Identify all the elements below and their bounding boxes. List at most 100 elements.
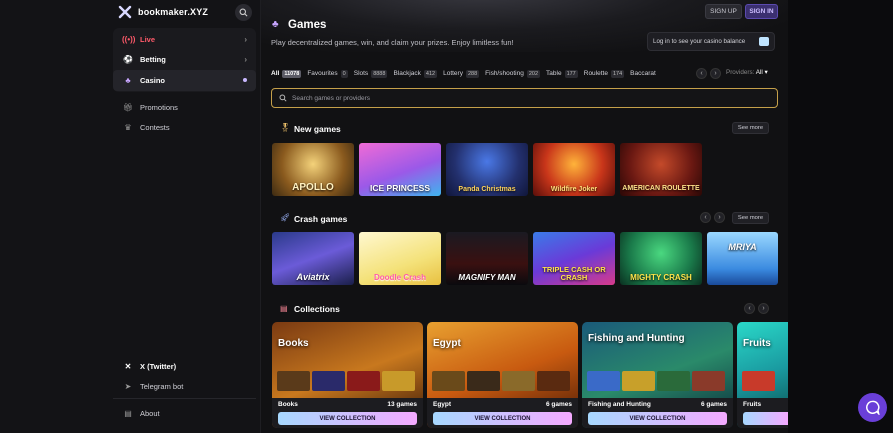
thumbnail <box>277 371 310 391</box>
game-card-mighty-crash[interactable]: MIGHTY CRASH <box>620 232 702 285</box>
thumbnail <box>432 371 465 391</box>
search-input[interactable] <box>292 94 742 102</box>
tab-label: Favourites <box>307 70 338 77</box>
thumbnail <box>502 371 535 391</box>
sidebar-item-twitter[interactable]: ✕ X (Twitter) <box>113 357 256 375</box>
collection-card-fishing-and-hunting[interactable]: Fishing and Hunting Fishing and Hunting … <box>582 322 733 428</box>
game-card-wildfire-joker[interactable]: Wildfire Joker <box>533 143 615 196</box>
brand[interactable]: bookmaker.XYZ <box>118 5 208 19</box>
sign-in-button[interactable]: SIGN IN <box>745 4 778 19</box>
tab-label: Blackjack <box>393 70 421 77</box>
game-card-mriya[interactable]: MRIYA <box>707 232 778 285</box>
collection-count: 6 games <box>545 401 572 408</box>
tab-lottery[interactable]: Lottery 288 <box>443 69 480 78</box>
tab-slots[interactable]: Slots 8888 <box>353 69 388 78</box>
tabs-prev-button[interactable]: ‹ <box>696 68 707 79</box>
tab-fish-shooting[interactable]: Fish/shooting 202 <box>485 69 541 78</box>
sidebar-item-promotions[interactable]: 🎁︎ Promotions <box>113 98 256 116</box>
nav-item-casino[interactable]: ♣ Casino <box>113 70 256 91</box>
collection-thumbnails <box>432 371 570 391</box>
main-content: ♣ Games Play decentralized games, win, a… <box>261 0 788 433</box>
page-title: Games <box>288 19 327 31</box>
chevron-left-icon: ‹ <box>700 70 703 77</box>
game-card-apollo[interactable]: APOLLO <box>272 143 354 196</box>
game-card-doodle-crash[interactable]: Doodle Crash <box>359 232 441 285</box>
tab-blackjack[interactable]: Blackjack 412 <box>393 69 438 78</box>
see-more-crash-games-button[interactable]: See more <box>732 212 769 224</box>
collection-title: Fruits <box>743 338 771 349</box>
game-title: MIGHTY CRASH <box>630 273 692 282</box>
section-title-collections: Collections <box>294 304 340 314</box>
gift-icon: 🎁︎ <box>122 102 134 112</box>
nav-item-betting[interactable]: ⚽ Betting › <box>113 50 256 71</box>
soccer-ball-icon: ⚽ <box>123 55 133 65</box>
collection-footer: Fruits <box>737 398 788 428</box>
collection-card-egypt[interactable]: Egypt Egypt 6 games VIEW COLLECTION <box>427 322 578 428</box>
info-icon: ▤ <box>124 408 132 418</box>
view-collection-button[interactable]: VIEW COLLECTION <box>588 412 727 425</box>
crash-prev-button[interactable]: ‹ <box>700 212 711 223</box>
tab-count: 174 <box>610 69 625 78</box>
game-card-american-roulette[interactable]: AMERICAN ROULETTE <box>620 143 702 196</box>
game-title: APOLLO <box>292 182 334 193</box>
tab-all[interactable]: All 11078 <box>271 69 302 78</box>
chevron-right-icon: › <box>244 34 247 44</box>
sidebar-item-label: Promotions <box>140 102 178 112</box>
search-icon[interactable] <box>235 4 252 21</box>
sign-up-button[interactable]: SIGN UP <box>705 4 742 19</box>
game-title: MAGNIFY MAN <box>458 273 516 282</box>
collection-count: 13 games <box>387 401 417 408</box>
tab-roulette[interactable]: Roulette 174 <box>584 69 625 78</box>
sidebar-item-about[interactable]: ▤ About <box>113 404 256 422</box>
thumbnail <box>347 371 380 391</box>
game-card-ice-princess[interactable]: ICE PRINCESS <box>359 143 441 196</box>
chevron-right-icon: › <box>718 214 721 221</box>
game-card-magnify-man[interactable]: MAGNIFY MAN <box>446 232 528 285</box>
chevron-right-icon: › <box>762 305 765 312</box>
crash-next-button[interactable]: › <box>714 212 725 223</box>
collection-card-books[interactable]: Books Books 13 games VIEW COLLECTION <box>272 322 423 428</box>
game-title: Doodle Crash <box>373 273 426 282</box>
tab-label: Baccarat <box>630 70 656 77</box>
page-subtitle: Play decentralized games, win, and claim… <box>271 38 514 47</box>
search-icon <box>279 94 287 102</box>
view-collection-button[interactable] <box>743 412 788 425</box>
view-collection-button[interactable]: VIEW COLLECTION <box>433 412 572 425</box>
game-card-panda-christmas[interactable]: Panda Christmas <box>446 143 528 196</box>
sidebar-item-label: Contests <box>140 122 170 132</box>
telegram-icon: ➤ <box>124 381 132 391</box>
chat-support-button[interactable] <box>858 393 887 422</box>
view-collection-button[interactable]: VIEW COLLECTION <box>278 412 417 425</box>
collections-prev-button[interactable]: ‹ <box>744 303 755 314</box>
tab-table[interactable]: Table 177 <box>546 69 578 78</box>
game-card-triple-cash-or-crash[interactable]: TRIPLE CASH OR CRASH <box>533 232 615 285</box>
live-icon: ((•)) <box>122 34 136 44</box>
providers-dropdown[interactable]: Providers: All ▾ <box>726 69 768 76</box>
game-title: AMERICAN ROULETTE <box>622 185 700 192</box>
collections-icon: ▤ <box>280 304 288 313</box>
game-title: MRIYA <box>728 242 757 252</box>
tab-count: 177 <box>564 69 578 78</box>
main-nav: ((•)) Live › ⚽ Betting › ♣ Casino <box>113 28 256 92</box>
collections-next-button[interactable]: › <box>758 303 769 314</box>
thumbnail <box>657 371 690 391</box>
thumbnail <box>742 371 775 391</box>
collection-card-fruits[interactable]: Fruits Fruits <box>737 322 788 428</box>
tab-count: 11078 <box>282 69 302 78</box>
x-icon: ✕ <box>124 361 132 371</box>
tab-baccarat[interactable]: Baccarat <box>630 70 656 77</box>
tabs-next-button[interactable]: › <box>710 68 721 79</box>
balance-prompt[interactable]: Log in to see your casino balance <box>647 32 775 51</box>
game-title: Panda Christmas <box>458 186 516 193</box>
nav-item-live[interactable]: ((•)) Live › <box>113 29 256 50</box>
tab-label: Lottery <box>443 70 463 77</box>
tab-favourites[interactable]: Favourites 0 <box>307 69 348 78</box>
thumbnail <box>537 371 570 391</box>
sidebar-item-telegram[interactable]: ➤ Telegram bot <box>113 377 256 395</box>
providers-value: All <box>755 69 763 76</box>
medal-icon: 🎖︎ <box>280 123 291 132</box>
tab-label: Slots <box>353 70 369 77</box>
game-card-aviatrix[interactable]: Aviatrix <box>272 232 354 285</box>
see-more-new-games-button[interactable]: See more <box>732 122 769 134</box>
sidebar-item-contests[interactable]: ♛ Contests <box>113 118 256 136</box>
